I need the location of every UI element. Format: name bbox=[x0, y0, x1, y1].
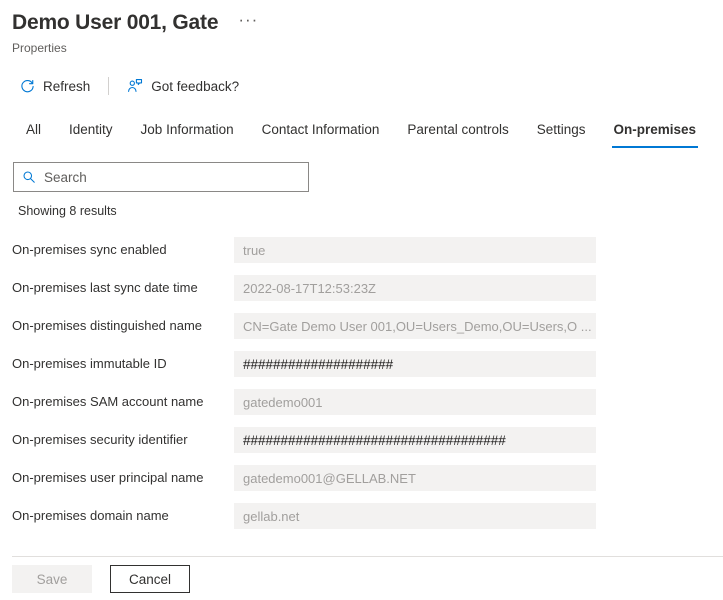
properties-list: On-premises sync enabled true On-premises … bbox=[0, 231, 723, 535]
property-row: On-premises domain name gellab.net bbox=[0, 497, 723, 535]
footer-actions: Save Cancel bbox=[0, 558, 723, 600]
property-row: On-premises SAM account name gatedemo001 bbox=[0, 383, 723, 421]
page-subtitle: Properties bbox=[12, 41, 67, 55]
tab-on-premises[interactable]: On-premises bbox=[600, 115, 711, 148]
command-bar: Refresh Got feedback? bbox=[0, 70, 723, 102]
property-label: On-premises security identifier bbox=[12, 432, 188, 447]
results-count: Showing 8 results bbox=[18, 204, 117, 218]
property-value[interactable]: gatedemo001 bbox=[234, 389, 596, 415]
property-row: On-premises last sync date time 2022-08-1… bbox=[0, 269, 723, 307]
property-value[interactable]: gatedemo001@GELLAB.NET bbox=[234, 465, 596, 491]
property-row: On-premises sync enabled true bbox=[0, 231, 723, 269]
save-button[interactable]: Save bbox=[12, 565, 92, 593]
footer-divider bbox=[12, 556, 723, 557]
search-box[interactable] bbox=[13, 162, 309, 192]
tab-all[interactable]: All bbox=[12, 115, 55, 148]
property-row: On-premises security identifier #########… bbox=[0, 421, 723, 459]
search-icon bbox=[14, 170, 44, 184]
property-value[interactable]: 2022-08-17T12:53:23Z bbox=[234, 275, 596, 301]
property-row: On-premises distinguished name CN=Gate De… bbox=[0, 307, 723, 345]
person-feedback-icon bbox=[127, 78, 143, 94]
property-value-redacted[interactable]: ################################### bbox=[234, 427, 596, 453]
property-label: On-premises immutable ID bbox=[12, 356, 167, 371]
tab-identity[interactable]: Identity bbox=[55, 115, 127, 148]
title-row: Demo User 001, Gate ··· bbox=[12, 10, 723, 36]
property-row: On-premises immutable ID ################… bbox=[0, 345, 723, 383]
property-value[interactable]: true bbox=[234, 237, 596, 263]
property-label: On-premises SAM account name bbox=[12, 394, 204, 409]
feedback-label: Got feedback? bbox=[151, 78, 240, 94]
property-label: On-premises user principal name bbox=[12, 470, 204, 485]
property-value-redacted[interactable]: #################### bbox=[234, 351, 596, 377]
property-value[interactable]: CN=Gate Demo User 001,OU=Users_Demo,OU=U… bbox=[234, 313, 596, 339]
property-label: On-premises last sync date time bbox=[12, 280, 198, 295]
page-title: Demo User 001, Gate bbox=[12, 11, 219, 34]
feedback-button[interactable]: Got feedback? bbox=[121, 70, 245, 102]
command-separator bbox=[108, 77, 110, 95]
cancel-button[interactable]: Cancel bbox=[110, 565, 190, 593]
refresh-button[interactable]: Refresh bbox=[13, 70, 96, 102]
tab-contact-information[interactable]: Contact Information bbox=[248, 115, 394, 148]
property-label: On-premises distinguished name bbox=[12, 318, 203, 333]
property-label: On-premises sync enabled bbox=[12, 242, 167, 257]
tab-settings[interactable]: Settings bbox=[523, 115, 600, 148]
tab-job-information[interactable]: Job Information bbox=[127, 115, 248, 148]
property-label: On-premises domain name bbox=[12, 508, 169, 523]
property-row: On-premises user principal name gatedemo0… bbox=[0, 459, 723, 497]
page-header: Demo User 001, Gate ··· Properties bbox=[0, 0, 723, 56]
tab-bar: All Identity Job Information Contact Inform… bbox=[0, 114, 723, 148]
tab-parental-controls[interactable]: Parental controls bbox=[393, 115, 522, 148]
refresh-label: Refresh bbox=[43, 78, 91, 94]
more-options-icon[interactable]: ··· bbox=[232, 11, 264, 33]
search-input[interactable] bbox=[44, 163, 308, 191]
refresh-icon bbox=[19, 78, 35, 94]
property-value[interactable]: gellab.net bbox=[234, 503, 596, 529]
